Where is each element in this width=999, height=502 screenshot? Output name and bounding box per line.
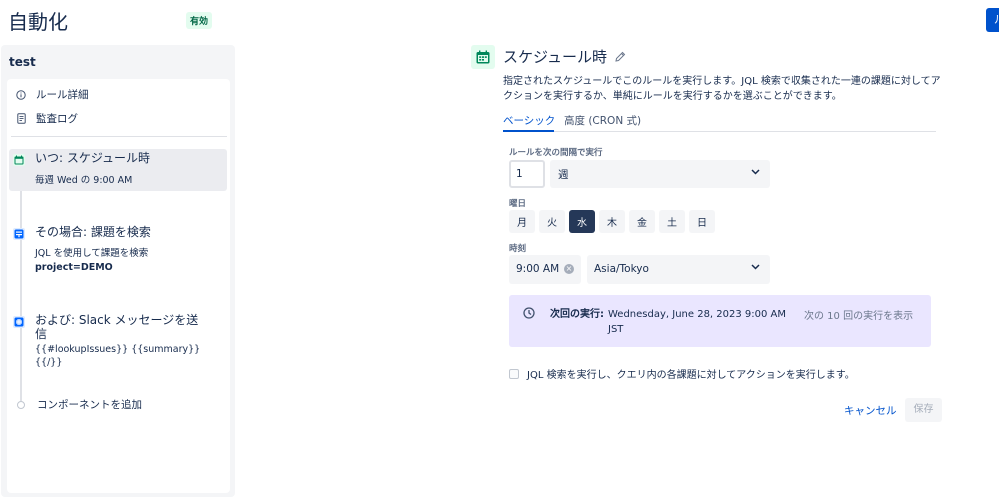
sidebar-divider — [11, 136, 227, 137]
add-dot-icon — [17, 400, 25, 409]
rule-sidebar: test ルール詳細 監査ログ いつ: スケジュール時 毎週 Wed の 9:0… — [1, 45, 235, 497]
trigger-step-schedule[interactable]: いつ: スケジュール時 毎週 Wed の 9:00 AM — [9, 149, 227, 191]
day-mon[interactable]: 月 — [509, 210, 535, 233]
action-step-jql-search[interactable]: その場合: 課題を検索 JQL を使用して課題を検索 project=DEMO — [9, 223, 227, 277]
timeline-connector — [20, 165, 22, 401]
trigger-title: スケジュール時 — [503, 46, 626, 67]
time-picker[interactable]: 9:00 AM × — [509, 255, 581, 284]
action-step-slack[interactable]: および: Slack メッセージを送 信 {{#lookupIssues}} {… — [9, 311, 227, 368]
calendar-icon — [471, 45, 495, 69]
day-thu[interactable]: 木 — [599, 210, 625, 233]
interval-unit-select[interactable]: 週 — [550, 160, 770, 188]
next-run-label: 次回の実行: — [550, 309, 604, 320]
day-wed[interactable]: 水 — [569, 210, 595, 233]
schedule-tabs: ベーシック 高度 (CRON 式) — [503, 113, 936, 132]
day-tue[interactable]: 火 — [539, 210, 565, 233]
top-right-button[interactable]: ル — [986, 8, 999, 32]
day-fri[interactable]: 金 — [629, 210, 655, 233]
show-next-runs-link[interactable]: 次の 10 回の実行を表示 — [804, 307, 913, 322]
rule-details-label: ルール詳細 — [36, 89, 89, 101]
clear-icon[interactable]: × — [564, 264, 574, 274]
day-sun[interactable]: 日 — [689, 210, 715, 233]
step-title-line2: 信 — [35, 327, 48, 341]
slack-icon — [13, 316, 25, 328]
chevron-down-icon — [751, 169, 760, 175]
step-title: いつ: スケジュール時 — [35, 151, 151, 165]
jql-search-checkbox-label: JQL 検索を実行し、クエリ内の各課題に対してアクションを実行します。 — [527, 370, 855, 381]
pencil-icon[interactable] — [614, 51, 626, 63]
audit-log-label: 監査ログ — [36, 113, 78, 125]
step-title: その場合: 課題を検索 — [35, 225, 151, 239]
clock-icon — [523, 307, 535, 319]
document-icon — [15, 113, 27, 125]
weekday-selector: 月 火 水 木 金 土 日 — [509, 210, 719, 233]
interval-input[interactable]: 1 — [509, 160, 545, 188]
step-summary: JQL を使用して課題を検索 — [35, 248, 149, 259]
rule-details-link[interactable]: ルール詳細 — [15, 87, 89, 102]
add-component-label: コンポーネントを追加 — [37, 399, 142, 411]
time-label: 時刻 — [509, 244, 527, 254]
step-title-line1: および: Slack メッセージを送 — [35, 313, 199, 327]
timezone-value: Asia/Tokyo — [594, 263, 649, 275]
step-summary: {{#lookupIssues}} {{summary}} {{/}} — [35, 344, 201, 368]
interval-label: ルールを次の間隔で実行 — [509, 148, 603, 158]
trigger-description: 指定されたスケジュールでこのルールを実行します。JQL 検索で収集された一連の課… — [503, 76, 941, 102]
active-tab-indicator — [503, 130, 554, 132]
time-value: 9:00 AM — [516, 263, 560, 275]
step-summary: 毎週 Wed の 9:00 AM — [35, 175, 133, 186]
jql-search-icon — [13, 228, 25, 240]
info-icon — [15, 89, 27, 101]
days-label: 曜日 — [509, 199, 527, 209]
day-sat[interactable]: 土 — [659, 210, 685, 233]
tab-basic[interactable]: ベーシック — [503, 113, 555, 128]
save-button[interactable]: 保存 — [905, 398, 942, 422]
timezone-select[interactable]: Asia/Tokyo — [587, 255, 770, 284]
jql-search-checkbox-row[interactable]: JQL 検索を実行し、クエリ内の各課題に対してアクションを実行します。 — [509, 366, 855, 381]
rule-name: test — [9, 55, 36, 69]
trigger-title-text: スケジュール時 — [503, 48, 607, 66]
interval-unit-value: 週 — [558, 169, 569, 181]
page-title: 自動化 — [8, 10, 68, 34]
calendar-icon — [13, 154, 25, 166]
step-jql-query: project=DEMO — [35, 262, 113, 273]
audit-log-link[interactable]: 監査ログ — [15, 111, 78, 126]
rule-components-panel: ルール詳細 監査ログ いつ: スケジュール時 毎週 Wed の 9:00 AM … — [7, 79, 230, 493]
jql-search-checkbox[interactable] — [509, 368, 519, 379]
cancel-button[interactable]: キャンセル — [837, 398, 904, 422]
next-run-value: Wednesday, June 28, 2023 9:00 AM JST — [608, 309, 787, 335]
tab-advanced-cron[interactable]: 高度 (CRON 式) — [564, 113, 641, 128]
status-badge: 有効 — [186, 12, 213, 29]
next-run-panel: 次回の実行: Wednesday, June 28, 2023 9:00 AM … — [509, 295, 931, 347]
add-component-button[interactable]: コンポーネントを追加 — [15, 397, 142, 412]
chevron-down-icon — [751, 264, 760, 270]
